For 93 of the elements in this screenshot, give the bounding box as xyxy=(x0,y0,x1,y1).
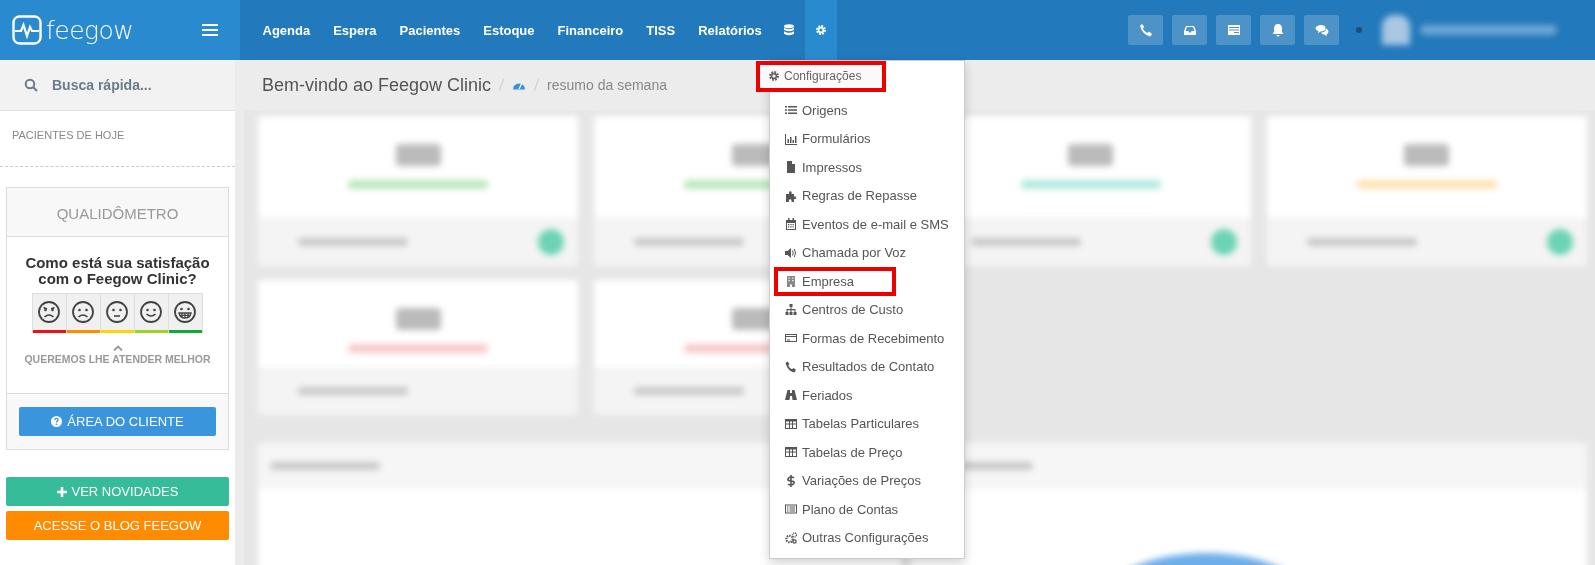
rating-button[interactable] xyxy=(65,293,101,333)
menu-item-label: Variações de Preços xyxy=(802,473,921,489)
phone-icon xyxy=(1138,23,1153,37)
menu-item-label: Resultados de Contato xyxy=(802,359,935,375)
menu-item-label: Origens xyxy=(802,102,848,118)
menu-header-label: Configurações xyxy=(784,69,862,83)
bell-icon xyxy=(1270,23,1285,37)
menu-item-label: Tabelas de Preço xyxy=(802,444,903,460)
sitemap-icon xyxy=(785,303,797,316)
chat-bubbles-icon xyxy=(1314,23,1329,37)
menu-item-label: Empresa xyxy=(802,273,855,289)
menu-item-label: Outras Configurações xyxy=(802,530,929,546)
calendar-icon xyxy=(785,218,797,231)
menu-item-label: Centros de Custo xyxy=(802,302,904,318)
menu-item[interactable]: Tabelas de Preço xyxy=(770,438,964,467)
menu-item-label: Regras de Repasse xyxy=(802,188,917,204)
menu-item[interactable]: Tabelas Particulares xyxy=(770,409,964,438)
rating-button[interactable] xyxy=(167,293,203,333)
menu-item-label: Tabelas Particulares xyxy=(802,416,920,432)
menu-item-label: Eventos de e-mail e SMS xyxy=(802,216,949,232)
table-icon xyxy=(785,446,797,459)
plus-icon xyxy=(56,486,67,497)
dollar-icon xyxy=(785,474,797,487)
settings-icon xyxy=(815,24,828,36)
survey-question: Como está sua satisfação com o Feegow Clinic? xyxy=(24,255,211,287)
rating-button[interactable] xyxy=(99,293,135,333)
neutral-face-icon xyxy=(105,300,129,324)
page-title: Bem-vindo ao Feegow Clinic xyxy=(262,74,492,96)
list-icon xyxy=(785,503,797,516)
menu-item[interactable]: Resultados de Contato xyxy=(770,352,964,381)
inbox-button[interactable] xyxy=(1172,15,1207,45)
nav-link[interactable]: Agenda xyxy=(251,0,322,60)
settings-icon xyxy=(768,70,780,82)
menu-item[interactable]: Chamada por Voz xyxy=(770,238,964,267)
nav-link[interactable]: Pacientes xyxy=(388,0,472,60)
gears-icon xyxy=(785,531,797,544)
section-title: PACIENTES DE HOJE xyxy=(0,111,235,167)
help-icon xyxy=(51,416,63,427)
nav-link[interactable]: TISS xyxy=(634,0,687,60)
binoculars-icon xyxy=(785,389,797,402)
menu-item[interactable]: Plano de Contas xyxy=(770,495,964,524)
nav-link[interactable]: Relatórios xyxy=(686,0,774,60)
chat-button[interactable] xyxy=(1304,15,1339,45)
menu-item-label: Formulários xyxy=(802,131,871,147)
menu-item-label: Formas de Recebimento xyxy=(802,330,945,346)
puzzle-icon xyxy=(785,189,797,202)
menu-item-label: Chamada por Voz xyxy=(802,245,907,261)
menu-icon[interactable] xyxy=(202,24,218,36)
menu-item-label: Impressos xyxy=(802,159,862,175)
table-icon xyxy=(785,417,797,430)
rating-button[interactable] xyxy=(133,293,169,333)
menu-item[interactable]: Centros de Custo xyxy=(770,295,964,324)
sad-face-icon xyxy=(71,300,95,324)
file-icon xyxy=(785,161,797,174)
menu-item[interactable]: Impressos xyxy=(770,153,964,182)
grinning-face-icon xyxy=(173,300,197,324)
notifications-button[interactable] xyxy=(1260,15,1295,45)
rating-button[interactable] xyxy=(31,293,67,333)
list-icon xyxy=(785,104,797,117)
menu-item[interactable]: Origens xyxy=(770,96,964,125)
nav-link[interactable]: Espera xyxy=(321,0,389,60)
nav-link[interactable]: Financeiro xyxy=(546,0,635,60)
smiling-face-icon xyxy=(139,300,163,324)
status-dot xyxy=(1356,27,1362,33)
database-icon xyxy=(783,24,796,36)
caret-up-icon xyxy=(112,345,123,351)
menu-item[interactable]: Empresa xyxy=(774,267,896,296)
menu-item[interactable]: Regras de Repasse xyxy=(770,181,964,210)
card-icon xyxy=(1226,23,1241,37)
menu-item-label: Plano de Contas xyxy=(802,501,899,517)
bar-chart-icon xyxy=(785,132,797,145)
phone-button[interactable] xyxy=(1128,15,1163,45)
card-button[interactable] xyxy=(1216,15,1251,45)
credit-card-icon xyxy=(785,332,797,345)
angry-face-icon xyxy=(37,300,61,324)
nav-link[interactable]: Estoque xyxy=(471,0,547,60)
menu-item-label: Feriados xyxy=(802,387,853,403)
menu-item[interactable]: Formas de Recebimento xyxy=(770,324,964,353)
brand-name: feegow xyxy=(46,15,134,45)
menu-item[interactable]: Eventos de e-mail e SMS xyxy=(770,210,964,239)
menu-item[interactable]: Formulários xyxy=(770,124,964,153)
speaker-icon xyxy=(785,246,797,259)
phone-icon xyxy=(785,360,797,373)
settings-button[interactable] xyxy=(805,0,838,60)
menu-item[interactable]: Variações de Preços xyxy=(770,466,964,495)
inbox-icon xyxy=(1182,23,1197,37)
blurred-user-profile[interactable] xyxy=(1382,15,1557,45)
survey-caption: QUEREMOS LHE ATENDER MELHOR xyxy=(24,353,211,365)
menu-item[interactable]: Feriados xyxy=(770,381,964,410)
menu-item[interactable]: Outras Configurações xyxy=(770,523,964,552)
search-icon xyxy=(24,78,38,92)
heartbeat-logo-icon xyxy=(12,15,42,45)
building-icon xyxy=(785,275,797,288)
